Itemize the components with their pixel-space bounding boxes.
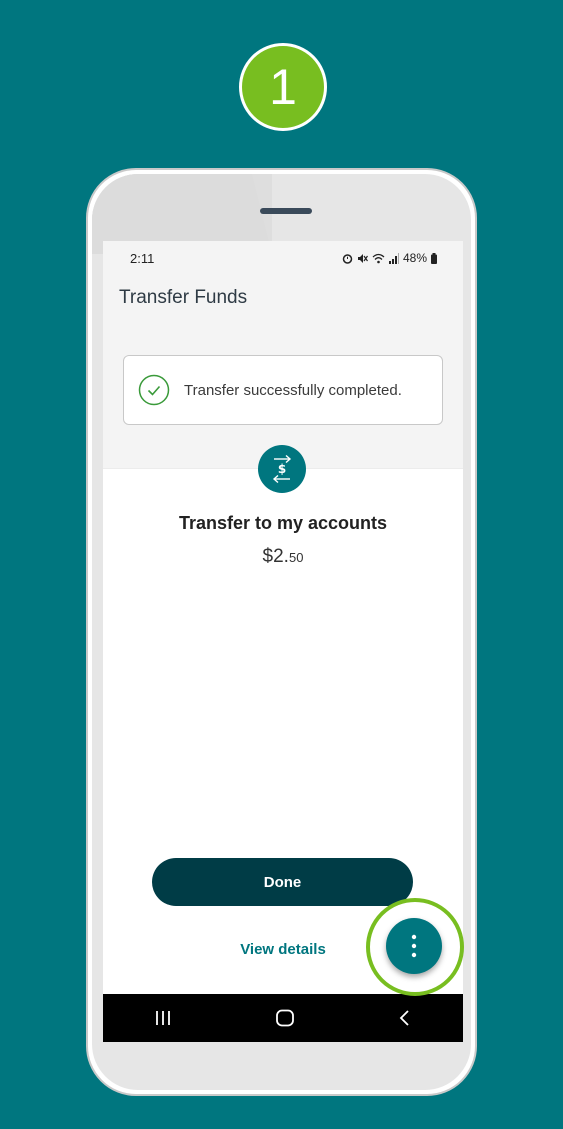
header-area: 2:11 48% Transfer Funds Transfer success…	[103, 241, 463, 469]
amount-cents: 50	[288, 550, 304, 565]
svg-text:$: $	[278, 462, 286, 476]
transfer-dollar-icon: $	[258, 445, 306, 493]
amount-dollars: $2.	[262, 546, 289, 567]
page-title: Transfer Funds	[119, 287, 248, 308]
battery-icon	[431, 252, 437, 264]
check-circle-icon	[138, 374, 170, 406]
step-number-badge: 1	[239, 43, 327, 131]
status-icons: 48%	[342, 251, 437, 265]
success-message: Transfer successfully completed.	[184, 381, 402, 399]
transfer-heading: Transfer to my accounts	[178, 513, 388, 533]
more-vertical-icon	[411, 934, 417, 958]
recent-apps-icon[interactable]	[154, 1010, 172, 1026]
done-button[interactable]: Done	[152, 858, 413, 906]
more-options-button[interactable]	[386, 918, 442, 974]
step-number: 1	[269, 59, 297, 115]
home-icon[interactable]	[275, 1009, 295, 1027]
phone-speaker	[260, 208, 312, 214]
android-nav-bar	[103, 994, 463, 1042]
success-notification: Transfer successfully completed.	[123, 355, 443, 425]
mute-icon	[357, 253, 368, 263]
back-icon[interactable]	[398, 1009, 412, 1027]
wifi-icon	[372, 253, 385, 263]
status-time: 2:11	[130, 251, 155, 266]
alarm-icon	[342, 253, 353, 264]
battery-percent: 48%	[402, 251, 427, 265]
transfer-amount: $2.50	[103, 546, 463, 568]
transfer-arrows-icon: $	[272, 454, 292, 484]
signal-icon	[388, 252, 399, 264]
